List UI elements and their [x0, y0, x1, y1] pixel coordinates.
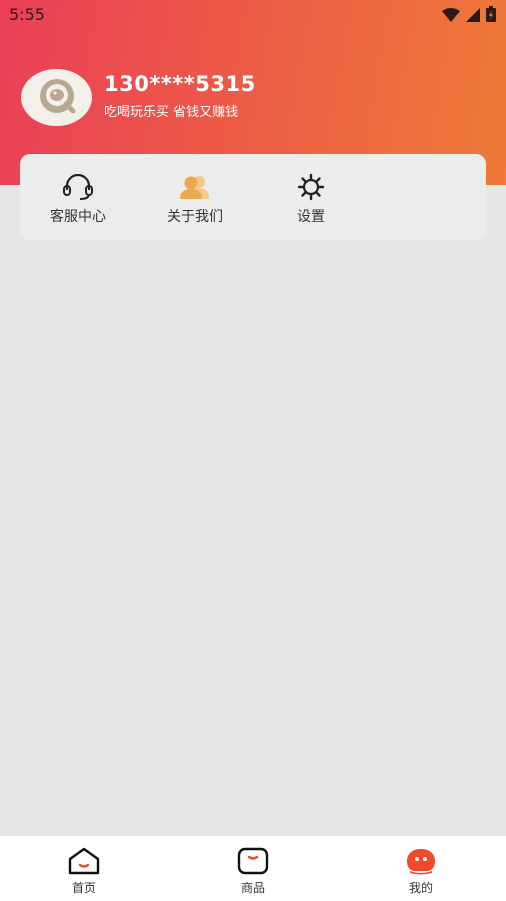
tab-home[interactable]: 首页: [49, 847, 119, 896]
home-icon: [49, 847, 119, 875]
menu-item-label: 客服中心: [50, 209, 106, 225]
status-icons: [442, 6, 496, 26]
signal-icon: [466, 7, 480, 26]
about-us-icon: [150, 172, 240, 202]
menu-item-label: 关于我们: [167, 209, 223, 225]
menu-item-settings[interactable]: 设置: [266, 172, 356, 226]
avatar[interactable]: [21, 69, 92, 126]
gear-icon: [266, 172, 356, 202]
menu-item-customer-service[interactable]: 客服中心: [33, 172, 123, 226]
menu-item-label: 设置: [297, 209, 325, 225]
tab-mine[interactable]: 我的: [386, 847, 456, 896]
status-bar: 5:55: [0, 0, 506, 28]
tab-label: 首页: [71, 881, 96, 895]
tab-label: 商品: [240, 881, 265, 895]
user-slogan: 吃喝玩乐买 省钱又赚钱: [104, 105, 239, 120]
tab-goods[interactable]: 商品: [218, 847, 288, 896]
status-time: 5:55: [9, 5, 45, 24]
bottom-tab-bar: 首页 商品 我的: [0, 835, 506, 901]
goods-icon: [218, 847, 288, 875]
user-phone: 130****5315: [104, 72, 256, 96]
battery-icon: [486, 6, 496, 26]
tab-label: 我的: [408, 881, 433, 895]
avatar-logo-icon: [37, 76, 77, 120]
headset-icon: [33, 172, 123, 202]
profile-icon: [386, 847, 456, 875]
menu-item-about-us[interactable]: 关于我们: [150, 172, 240, 226]
wifi-icon: [442, 7, 460, 26]
menu-card: 客服中心 关于我们 设置: [20, 154, 486, 240]
